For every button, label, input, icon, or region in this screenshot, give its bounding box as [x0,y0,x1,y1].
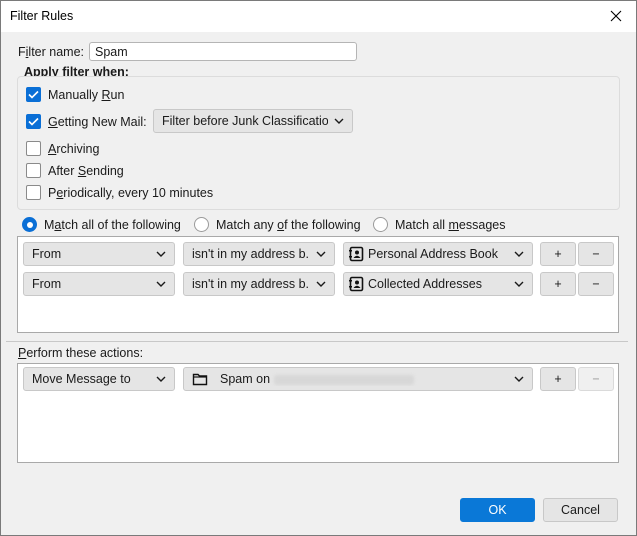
address-book-icon [349,276,364,292]
dropdown-value: Filter before Junk Classification [162,114,328,128]
chevron-down-icon [156,281,166,287]
accel-key: S [77,163,87,178]
label-text: Match all [395,217,449,232]
match-all-label: Match all of the following [44,218,181,232]
archiving-label: Archiving [48,142,99,156]
condition-field-dropdown[interactable]: From [23,272,175,296]
add-condition-button[interactable]: + [540,242,576,266]
address-book-icon [349,246,364,262]
manually-run-checkbox[interactable] [26,87,41,102]
close-icon [610,10,622,22]
label-text: etting New Mail: [57,114,147,129]
label-text: essages [458,217,506,232]
folder-name: Spam on [220,372,271,386]
add-condition-button[interactable]: + [540,272,576,296]
accel-key: R [101,87,111,102]
getting-new-mail-label: Getting New Mail: [48,115,147,129]
match-any-radio[interactable] [194,217,209,232]
add-action-button[interactable]: + [540,367,576,391]
folder-target-label: Spam on [220,372,508,386]
actions-heading: Perform these actions: [18,346,143,360]
label-text: riodically, every 10 minutes [63,185,214,200]
periodically-label: Periodically, every 10 minutes [48,186,213,200]
periodically-option[interactable]: Periodically, every 10 minutes [26,185,213,200]
accel-key: G [48,114,58,129]
label-text: rchiving [56,141,100,156]
label-text: Manually [48,87,102,102]
label-text: Match any [216,217,278,232]
chevron-down-icon [156,251,166,257]
label-text: M [44,217,55,232]
section-separator [6,341,628,342]
dropdown-value: Move Message to [32,372,131,386]
chevron-down-icon [316,251,326,257]
getting-new-mail-checkbox[interactable] [26,114,41,129]
remove-action-button[interactable]: − [578,367,614,391]
dropdown-value: From [32,277,62,291]
redacted-account-name [274,374,415,385]
condition-value-dropdown[interactable]: Personal Address Book [343,242,533,266]
action-type-dropdown[interactable]: Move Message to [23,367,175,391]
window-title: Filter Rules [10,9,74,23]
condition-value-dropdown[interactable]: Collected Addresses [343,272,533,296]
checkmark-icon [28,90,39,99]
dropdown-value: Collected Addresses [368,277,482,291]
close-button[interactable] [604,5,628,27]
after-sending-option[interactable]: After Sending [26,163,124,178]
match-all-messages-label: Match all messages [395,218,505,232]
after-sending-checkbox[interactable] [26,163,41,178]
remove-condition-button[interactable]: − [578,272,614,296]
dropdown-value: Personal Address Book [368,247,498,261]
match-all-radio[interactable] [22,217,37,232]
chevron-down-icon [514,281,524,287]
checkmark-icon [28,117,39,126]
label-text: After [48,163,78,178]
getting-new-mail-option[interactable]: Getting New Mail: [26,114,147,129]
dropdown-value: isn't in my address b... [192,277,310,291]
match-all-messages-radio-option[interactable]: Match all messages [373,217,505,232]
label-text: un [110,87,125,102]
condition-field-dropdown[interactable]: From [23,242,175,266]
chevron-down-icon [514,376,524,382]
ok-button[interactable]: OK [460,498,535,522]
label-text: F [18,45,26,59]
action-target-folder-dropdown[interactable]: Spam on [183,367,533,391]
match-any-label: Match any of the following [216,218,361,232]
cancel-button[interactable]: Cancel [543,498,618,522]
folder-icon [192,373,208,386]
chevron-down-icon [514,251,524,257]
condition-operator-dropdown[interactable]: isn't in my address b... [183,272,335,296]
remove-condition-button[interactable]: − [578,242,614,266]
label-text: tch all of the following [61,217,181,232]
dropdown-value: isn't in my address b... [192,247,310,261]
junk-classification-dropdown[interactable]: Filter before Junk Classification [153,109,353,133]
chevron-down-icon [316,281,326,287]
title-bar: Filter Rules [1,1,636,32]
label-text: erform these actions: [26,346,144,360]
chevron-down-icon [156,376,166,382]
periodically-checkbox[interactable] [26,185,41,200]
archiving-option[interactable]: Archiving [26,141,99,156]
label-text: f the following [284,217,361,232]
chevron-down-icon [334,118,344,124]
filter-name-label: Filter name: [18,45,84,59]
after-sending-label: After Sending [48,164,124,178]
match-any-radio-option[interactable]: Match any of the following [194,217,361,232]
accel-key: m [448,217,459,232]
archiving-checkbox[interactable] [26,141,41,156]
filter-rules-dialog: Filter Rules Filter name: Apply filter w… [0,0,637,536]
condition-operator-dropdown[interactable]: isn't in my address b... [183,242,335,266]
manually-run-option[interactable]: Manually Run [26,87,124,102]
dropdown-value: From [32,247,62,261]
manually-run-label: Manually Run [48,88,124,102]
label-text: ending [86,163,124,178]
filter-name-input[interactable] [89,42,357,61]
label-text: lter name: [28,45,85,59]
match-all-messages-radio[interactable] [373,217,388,232]
match-all-radio-option[interactable]: Match all of the following [22,217,181,232]
